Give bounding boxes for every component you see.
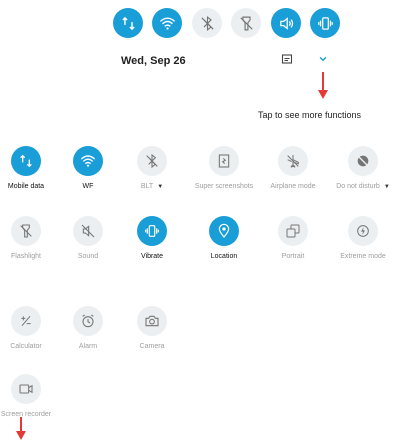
tile-blt[interactable]: BLT ▼ xyxy=(122,146,182,206)
dropdown-caret-icon[interactable]: ▼ xyxy=(157,184,163,190)
tile-button[interactable] xyxy=(278,216,308,246)
tile-button[interactable] xyxy=(209,216,239,246)
mobile-data-icon xyxy=(121,16,135,30)
tile-vibrate[interactable]: Vibrate xyxy=(122,216,182,276)
tile-super-screenshots[interactable]: Super screenshots xyxy=(194,146,254,206)
tile-flashlight[interactable]: Flashlight xyxy=(0,216,56,276)
tile-portrait[interactable]: Portrait xyxy=(263,216,323,276)
tile-button[interactable] xyxy=(348,216,378,246)
tile-button[interactable] xyxy=(137,306,167,336)
wifi-icon xyxy=(80,155,96,167)
alarm-icon xyxy=(82,314,94,328)
tile-button[interactable] xyxy=(137,146,167,176)
wifi-toggle[interactable] xyxy=(152,8,182,38)
tile-label: Extreme mode xyxy=(340,253,386,260)
sound-off-icon xyxy=(81,224,95,238)
mobile-data-icon xyxy=(20,154,32,168)
sound-icon xyxy=(279,16,293,30)
screen-recorder-icon xyxy=(19,384,33,394)
annotation-arrow-bottom xyxy=(16,417,26,440)
tile-camera[interactable]: Camera xyxy=(122,306,182,366)
tile-location[interactable]: Location xyxy=(194,216,254,276)
tile-alarm[interactable]: Alarm xyxy=(58,306,118,366)
vibrate-icon xyxy=(145,225,159,237)
tile-do-not-disturb[interactable]: Do not disturb ▼ xyxy=(333,146,393,206)
location-icon xyxy=(218,223,230,238)
hint-text: Tap to see more functions xyxy=(258,110,362,120)
annotation-arrow-top xyxy=(318,72,328,99)
tile-screen-recorder[interactable]: Screen recorder xyxy=(0,374,56,434)
tile-label: Do not disturb ▼ xyxy=(336,183,390,190)
vibrate-toggle[interactable] xyxy=(310,8,340,38)
sound-toggle[interactable] xyxy=(271,8,301,38)
extreme-mode-icon xyxy=(357,225,369,237)
tile-button[interactable] xyxy=(348,146,378,176)
tile-button[interactable] xyxy=(11,374,41,404)
dropdown-caret-icon[interactable]: ▼ xyxy=(384,184,390,190)
vibrate-icon xyxy=(317,16,333,30)
mobile-data-toggle[interactable] xyxy=(113,8,143,38)
tile-extreme-mode[interactable]: Extreme mode xyxy=(333,216,393,276)
tile-label: Camera xyxy=(139,343,165,350)
portrait-icon xyxy=(286,224,300,238)
date-label: Wed, Sep 26 xyxy=(121,55,186,67)
tile-sound[interactable]: Sound xyxy=(58,216,118,276)
dnd-icon xyxy=(357,155,369,167)
tile-label: Screen recorder xyxy=(0,411,52,418)
tile-button[interactable] xyxy=(209,146,239,176)
flashlight-toggle[interactable] xyxy=(231,8,261,38)
screenshot-icon xyxy=(218,154,230,168)
tile-button[interactable] xyxy=(11,306,41,336)
tile-airplane-mode[interactable]: Airplane mode xyxy=(263,146,323,206)
tile-button[interactable] xyxy=(11,146,41,176)
bluetooth-off-icon xyxy=(146,153,158,169)
tile-wf[interactable]: WF xyxy=(58,146,118,206)
chevron-down-icon[interactable] xyxy=(318,54,328,64)
tile-button[interactable] xyxy=(278,146,308,176)
calculator-icon xyxy=(21,316,31,326)
tile-mobile-data[interactable]: Mobile data xyxy=(0,146,56,206)
tile-button[interactable] xyxy=(11,216,41,246)
edit-icon[interactable] xyxy=(281,53,293,65)
tile-button[interactable] xyxy=(137,216,167,246)
airplane-off-icon xyxy=(287,155,299,168)
flashlight-off-icon xyxy=(20,224,32,238)
tile-button[interactable] xyxy=(73,216,103,246)
flashlight-off-icon xyxy=(239,16,253,30)
bluetooth-off-icon xyxy=(200,15,214,31)
quick-settings-row xyxy=(113,8,340,42)
tile-button[interactable] xyxy=(73,146,103,176)
camera-icon xyxy=(145,315,159,327)
tile-button[interactable] xyxy=(73,306,103,336)
bluetooth-toggle[interactable] xyxy=(192,8,222,38)
wifi-icon xyxy=(159,16,175,30)
tile-calculator[interactable]: Calculator xyxy=(0,306,56,366)
